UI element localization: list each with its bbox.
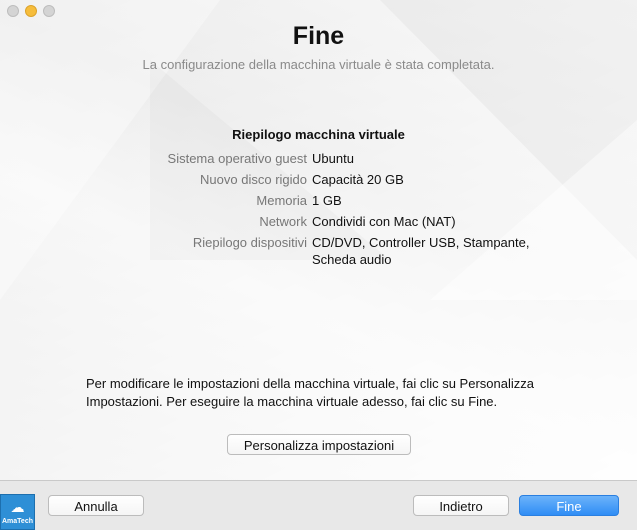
summary-row-devices: Riepilogo dispositivi CD/DVD, Controller… bbox=[0, 234, 637, 268]
zoom-window-button[interactable] bbox=[43, 5, 55, 17]
summary-label: Riepilogo dispositivi bbox=[192, 235, 307, 250]
cancel-button[interactable]: Annulla bbox=[48, 495, 144, 516]
summary-table: Sistema operativo guest Ubuntu Nuovo dis… bbox=[0, 150, 637, 268]
summary-value: Ubuntu bbox=[312, 151, 354, 166]
help-text: Per modificare le impostazioni della mac… bbox=[86, 376, 534, 409]
brand-text: AmaTech bbox=[2, 518, 33, 525]
summary-label: Nuovo disco rigido bbox=[200, 172, 307, 187]
summary-value: CD/DVD, Controller USB, Stampante, Sched… bbox=[312, 235, 530, 267]
finish-button[interactable]: Fine bbox=[519, 495, 619, 516]
wizard-window: Fine La configurazione della macchina vi… bbox=[0, 0, 637, 480]
brand-watermark: ☁ AmaTech bbox=[0, 494, 35, 530]
summary-label: Network bbox=[259, 214, 307, 229]
summary-row-network: Network Condividi con Mac (NAT) bbox=[0, 213, 637, 234]
summary-value: Condividi con Mac (NAT) bbox=[312, 214, 456, 229]
summary-row-hard-disk: Nuovo disco rigido Capacità 20 GB bbox=[0, 171, 637, 192]
summary-row-memory: Memoria 1 GB bbox=[0, 192, 637, 213]
cloud-upload-icon: ☁ bbox=[10, 499, 25, 515]
summary-heading: Riepilogo macchina virtuale bbox=[232, 127, 405, 142]
summary-label: Memoria bbox=[256, 193, 307, 208]
summary-value: 1 GB bbox=[312, 193, 342, 208]
minimize-window-button[interactable] bbox=[25, 5, 37, 17]
window-controls bbox=[7, 5, 55, 17]
summary-row-guest-os: Sistema operativo guest Ubuntu bbox=[0, 150, 637, 171]
summary-value: Capacità 20 GB bbox=[312, 172, 404, 187]
page-title: Fine bbox=[292, 22, 345, 50]
back-button[interactable]: Indietro bbox=[413, 495, 509, 516]
close-window-button[interactable] bbox=[7, 5, 19, 17]
summary-label: Sistema operativo guest bbox=[167, 151, 307, 166]
page-subtitle: La configurazione della macchina virtual… bbox=[142, 57, 495, 72]
customize-settings-button[interactable]: Personalizza impostazioni bbox=[227, 434, 411, 455]
